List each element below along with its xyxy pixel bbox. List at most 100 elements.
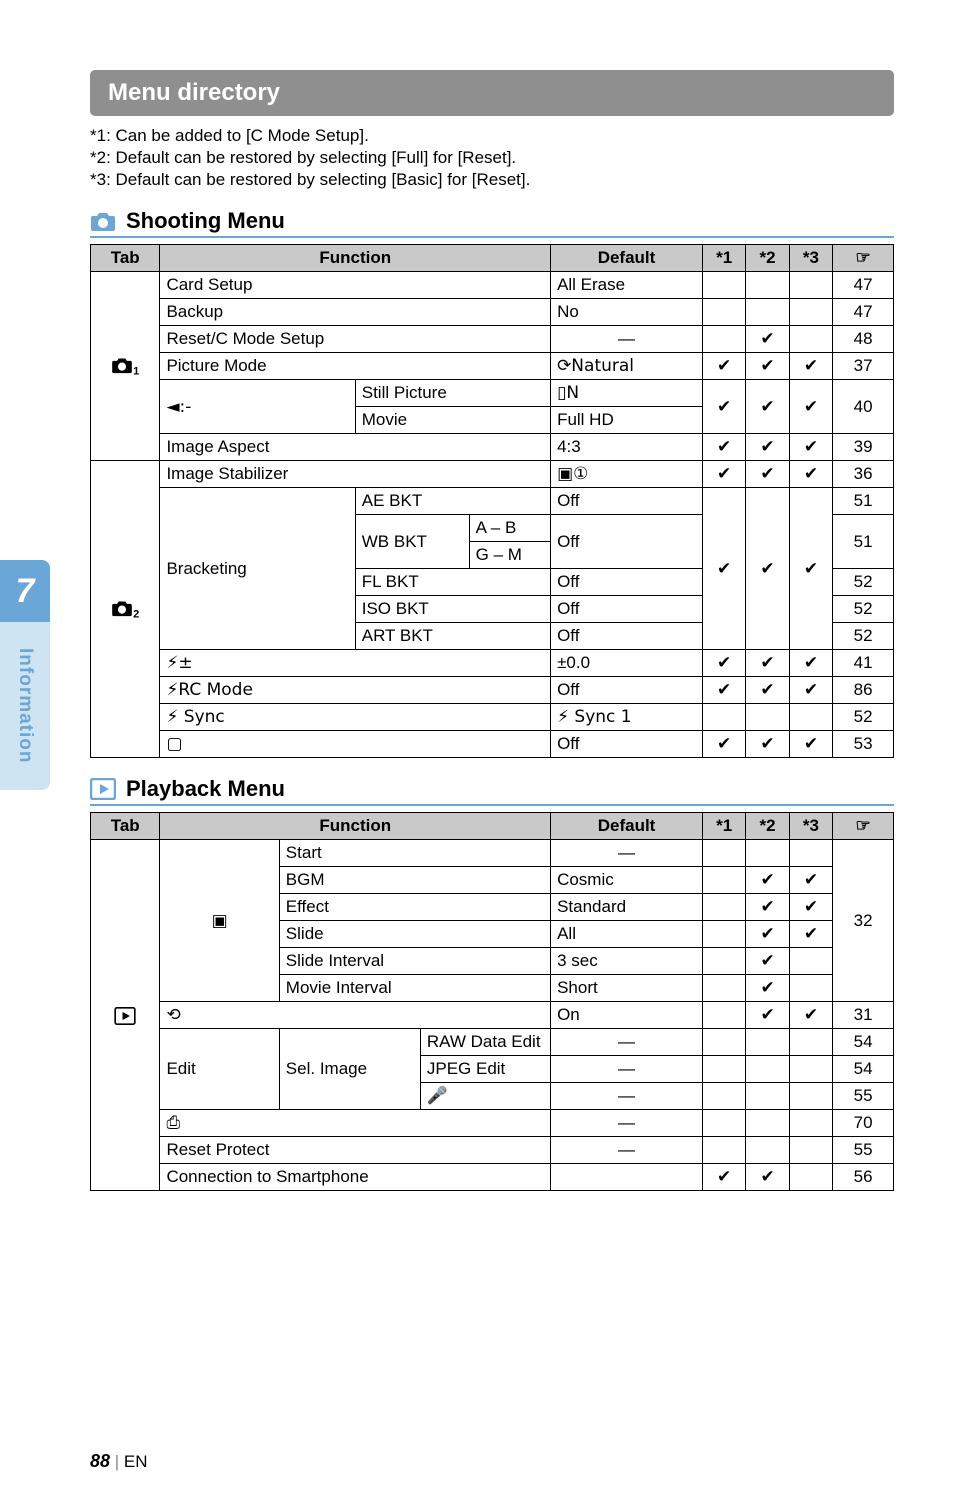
def-bgm: Cosmic <box>551 867 703 894</box>
fn-smartphone: Connection to Smartphone <box>160 1164 551 1191</box>
fn-slideshow: ▣ <box>160 840 279 1002</box>
pg-fl: 52 <box>833 569 894 596</box>
chk: ✔ <box>746 488 789 650</box>
def-jpeg: — <box>551 1056 703 1083</box>
chk: ✔ <box>789 921 832 948</box>
row-stabilizer: 2 Image Stabilizer ▣① ✔ ✔ ✔ 36 <box>91 461 894 488</box>
pg-iso: 52 <box>833 596 894 623</box>
shooting-title: Shooting Menu <box>126 208 285 234</box>
fn-edit: Edit <box>160 1029 279 1110</box>
chk: ✔ <box>702 461 745 488</box>
row-print: ⎙ — 70 <box>91 1110 894 1137</box>
chk: ✔ <box>746 434 789 461</box>
def-slide: All <box>551 921 703 948</box>
fn-interval: ▢ <box>160 731 551 758</box>
playback-table: Tab Function Default *1 *2 *3 ☞ ▣ Start … <box>90 812 894 1191</box>
def-wb: Off <box>551 515 703 569</box>
chk: ✔ <box>789 434 832 461</box>
row-flash-comp: ⚡± ±0.0 ✔ ✔ ✔ 41 <box>91 650 894 677</box>
pg-quality: 40 <box>833 380 894 434</box>
def-raw: — <box>551 1029 703 1056</box>
pg-interval: 53 <box>833 731 894 758</box>
pg-slideshow: 32 <box>833 840 894 1002</box>
shooting-section-header: Shooting Menu <box>90 208 894 238</box>
chk: ✔ <box>789 380 832 434</box>
chk: ✔ <box>746 326 789 353</box>
pg-sync: 52 <box>833 704 894 731</box>
pg-rotate: 31 <box>833 1002 894 1029</box>
fn-picture-mode: Picture Mode <box>160 353 551 380</box>
note-2: *2: Default can be restored by selecting… <box>90 148 894 168</box>
chk: ✔ <box>702 488 745 650</box>
def-effect: Standard <box>551 894 703 921</box>
th-s2: *2 <box>746 813 789 840</box>
row-reset-protect: Reset Protect — 55 <box>91 1137 894 1164</box>
pg-flash-comp: 41 <box>833 650 894 677</box>
def-picture-mode: ⟳Natural <box>551 353 703 380</box>
pg-backup: 47 <box>833 299 894 326</box>
def-movie-int: Short <box>551 975 703 1002</box>
pg-raw: 54 <box>833 1029 894 1056</box>
th-s2: *2 <box>746 245 789 272</box>
fn-stabilizer: Image Stabilizer <box>160 461 551 488</box>
fn-flash-comp: ⚡± <box>160 650 551 677</box>
th-pg: ☞ <box>833 813 894 840</box>
chk: ✔ <box>789 894 832 921</box>
fn-still: Still Picture <box>355 380 550 407</box>
def-fl: Off <box>551 569 703 596</box>
page-lang: EN <box>124 1452 148 1471</box>
th-s3: *3 <box>789 245 832 272</box>
def-print: — <box>551 1110 703 1137</box>
fn-wb-gm: G – M <box>469 542 550 569</box>
chk: ✔ <box>789 650 832 677</box>
th-s1: *1 <box>702 813 745 840</box>
fn-bgm: BGM <box>279 867 550 894</box>
th-default: Default <box>551 813 703 840</box>
row-rc-mode: ⚡RC Mode Off ✔ ✔ ✔ 86 <box>91 677 894 704</box>
table-header-row: Tab Function Default *1 *2 *3 ☞ <box>91 245 894 272</box>
chk: ✔ <box>789 867 832 894</box>
row-card-setup: 1 Card Setup All Erase 47 <box>91 272 894 299</box>
fn-raw: RAW Data Edit <box>420 1029 550 1056</box>
chk: ✔ <box>746 380 789 434</box>
def-backup: No <box>551 299 703 326</box>
fn-aspect: Image Aspect <box>160 434 551 461</box>
fn-rotate: ⟲ <box>160 1002 551 1029</box>
th-tab: Tab <box>91 245 160 272</box>
quality-icon: ◄:- <box>160 380 355 434</box>
def-ae: Off <box>551 488 703 515</box>
th-default: Default <box>551 245 703 272</box>
chk: ✔ <box>746 461 789 488</box>
chk: ✔ <box>746 1164 789 1191</box>
chk: ✔ <box>789 677 832 704</box>
row-picture-mode: Picture Mode ⟳Natural ✔ ✔ ✔ 37 <box>91 353 894 380</box>
playback-section-header: Playback Menu <box>90 776 894 806</box>
note-1: *1: Can be added to [C Mode Setup]. <box>90 126 894 146</box>
fn-movie: Movie <box>355 407 550 434</box>
fn-reset-protect: Reset Protect <box>160 1137 551 1164</box>
th-function: Function <box>160 245 551 272</box>
def-flash-comp: ±0.0 <box>551 650 703 677</box>
fn-slide-int: Slide Interval <box>279 948 550 975</box>
def-interval: Off <box>551 731 703 758</box>
def-movie: Full HD <box>551 407 703 434</box>
row-rotate: ⟲ On ✔ ✔ 31 <box>91 1002 894 1029</box>
pg-card-setup: 47 <box>833 272 894 299</box>
th-s1: *1 <box>702 245 745 272</box>
th-function: Function <box>160 813 551 840</box>
def-reset-c: — <box>551 326 703 353</box>
chk: ✔ <box>702 434 745 461</box>
def-aspect: 4:3 <box>551 434 703 461</box>
fn-movie-int: Movie Interval <box>279 975 550 1002</box>
row-ae-bkt: Bracketing AE BKT Off ✔ ✔ ✔ 51 <box>91 488 894 515</box>
pg-art: 52 <box>833 623 894 650</box>
def-rotate: On <box>551 1002 703 1029</box>
fn-sel-image: Sel. Image <box>279 1029 420 1110</box>
def-stabilizer: ▣① <box>551 461 703 488</box>
fn-slide: Slide <box>279 921 550 948</box>
tab2-icon: 2 <box>91 461 160 758</box>
shooting-table: Tab Function Default *1 *2 *3 ☞ 1 Card S… <box>90 244 894 758</box>
fn-ae: AE BKT <box>355 488 550 515</box>
chk: ✔ <box>746 1002 789 1029</box>
pg-stabilizer: 36 <box>833 461 894 488</box>
